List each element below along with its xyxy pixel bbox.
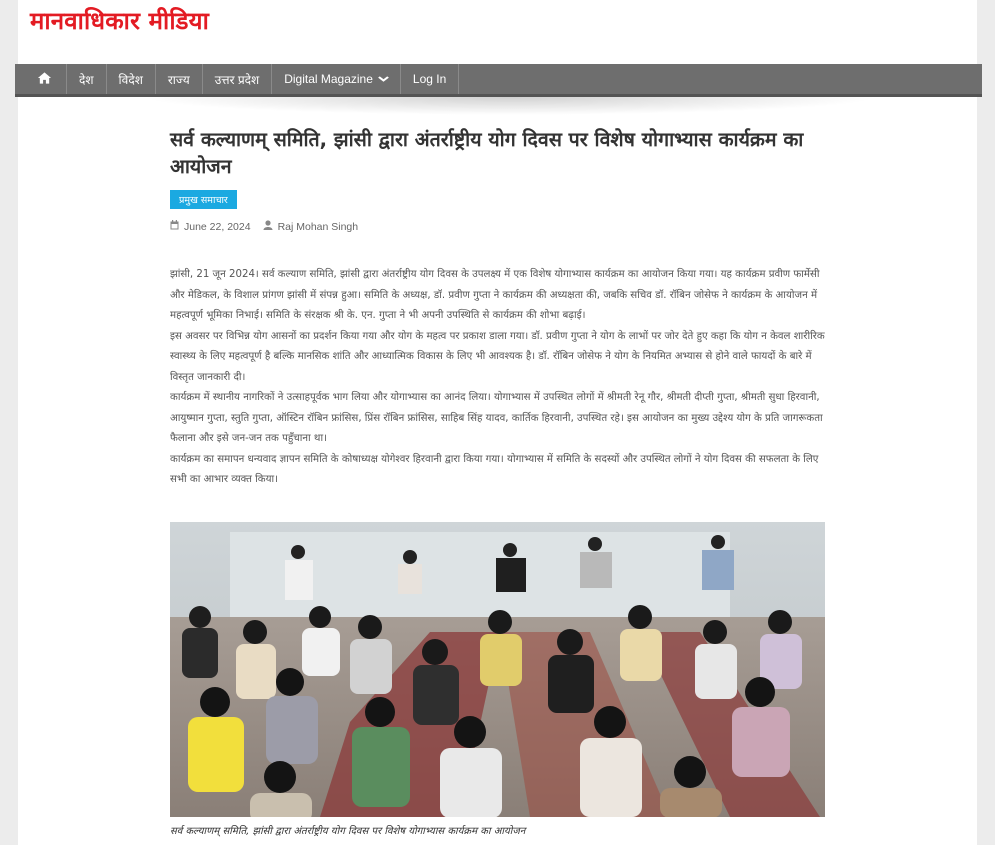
nav-label: Digital Magazine: [284, 72, 373, 86]
nav-item-rajya[interactable]: राज्य: [156, 64, 203, 94]
article-meta: June 22, 2024 Raj Mohan Singh: [170, 220, 825, 233]
nav-shadow-divider: [140, 97, 880, 115]
chevron-down-icon: [378, 74, 390, 85]
article-date[interactable]: June 22, 2024: [184, 221, 251, 233]
author-name: Raj Mohan Singh: [277, 220, 359, 233]
nav-label: उत्तर प्रदेश: [214, 72, 260, 87]
nav-home[interactable]: [15, 64, 67, 94]
nav-item-videsh[interactable]: विदेश: [107, 64, 156, 94]
photo-caption: सर्व कल्याणम् समिति, झांसी द्वारा अंतर्र…: [170, 826, 526, 837]
home-icon: [37, 71, 52, 88]
nav-item-uttar-pradesh[interactable]: उत्तर प्रदेश: [203, 64, 273, 94]
category-badge[interactable]: प्रमुख समाचार: [170, 190, 237, 209]
article-paragraph: इस अवसर पर विभिन्न योग आसनों का प्रदर्शन…: [170, 330, 825, 383]
article: सर्व कल्याणम् समिति, झांसी द्वारा अंतर्र…: [170, 126, 825, 491]
article-paragraph: कार्यक्रम में स्थानीय नागरिकों ने उत्साह…: [170, 392, 823, 444]
nav-label: Log In: [412, 72, 447, 86]
main-navigation: देश विदेश राज्य उत्तर प्रदेश Digital Mag…: [15, 64, 982, 97]
article-author[interactable]: Raj Mohan Singh: [263, 220, 359, 233]
article-body: झांसी, 21 जून 2024। सर्व कल्याण समिति, झ…: [170, 265, 825, 491]
nav-item-digital-magazine[interactable]: Digital Magazine: [272, 64, 401, 94]
site-title[interactable]: मानवाधिकार मीडिया: [30, 4, 209, 37]
article-title: सर्व कल्याणम् समिति, झांसी द्वारा अंतर्र…: [170, 128, 804, 178]
nav-item-login[interactable]: Log In: [401, 64, 460, 94]
user-icon: [263, 220, 273, 233]
article-paragraph: झांसी, 21 जून 2024। सर्व कल्याण समिति, झ…: [170, 269, 820, 321]
nav-label: देश: [79, 72, 94, 87]
calendar-icon: [170, 220, 179, 233]
article-paragraph: कार्यक्रम का समापन धन्यवाद ज्ञापन समिति …: [170, 453, 819, 486]
nav-label: विदेश: [118, 72, 143, 87]
nav-item-desh[interactable]: देश: [67, 64, 107, 94]
article-photo: [170, 522, 825, 817]
nav-label: राज्य: [167, 72, 190, 87]
